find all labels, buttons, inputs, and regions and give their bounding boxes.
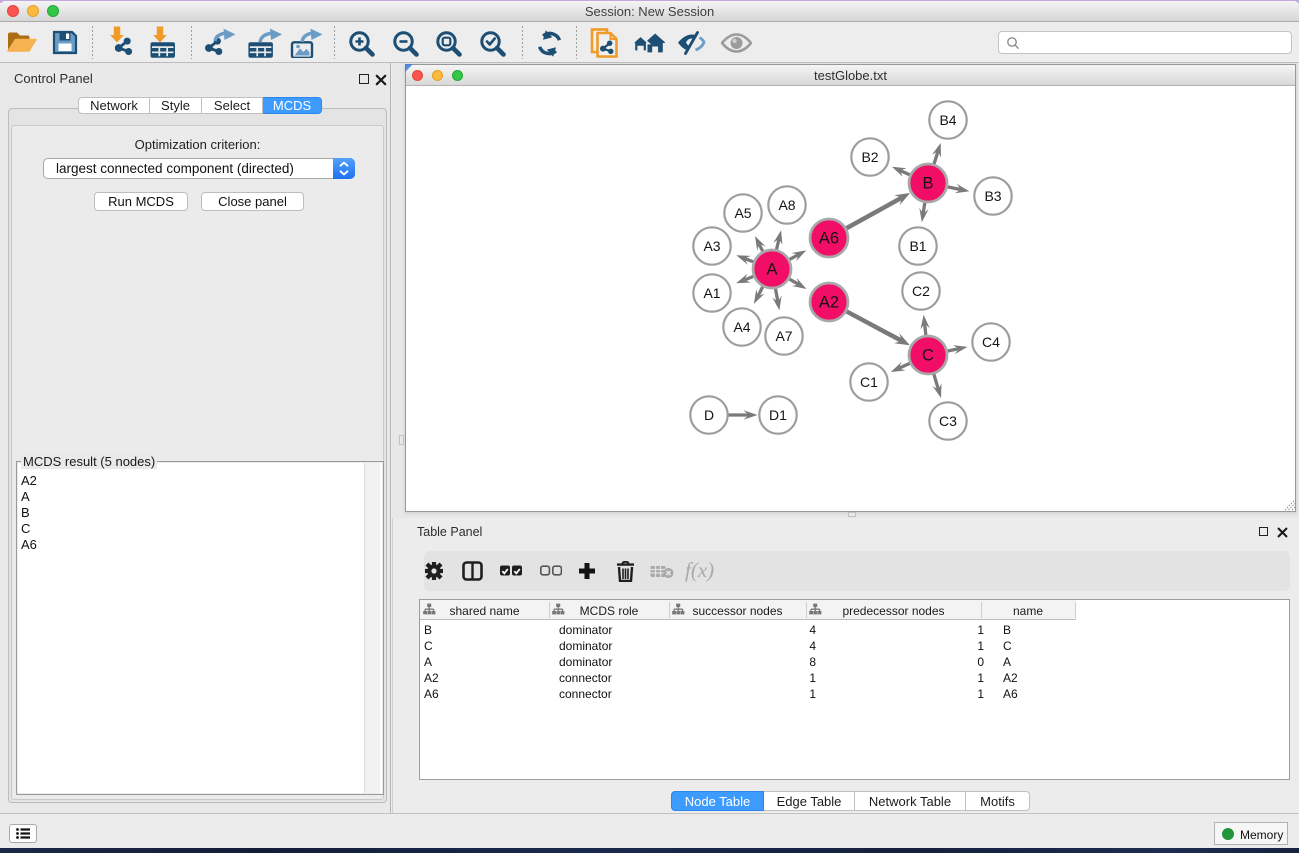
svg-text:A5: A5 (734, 205, 751, 221)
svg-text:A1: A1 (703, 285, 720, 301)
svg-text:A3: A3 (703, 238, 720, 254)
svg-text:D: D (704, 407, 714, 423)
svg-text:B2: B2 (861, 149, 878, 165)
svg-text:A4: A4 (733, 319, 750, 335)
svg-text:C1: C1 (860, 374, 878, 390)
svg-text:C2: C2 (912, 283, 930, 299)
svg-text:A6: A6 (819, 230, 839, 248)
svg-text:A7: A7 (775, 328, 792, 344)
svg-text:B: B (922, 175, 933, 193)
svg-text:D1: D1 (769, 407, 787, 423)
svg-text:A: A (766, 261, 777, 279)
svg-text:C: C (922, 347, 934, 365)
svg-text:B1: B1 (909, 238, 926, 254)
svg-text:A2: A2 (819, 294, 839, 312)
svg-text:C3: C3 (939, 413, 957, 429)
svg-text:B4: B4 (939, 112, 956, 128)
svg-text:C4: C4 (982, 334, 1000, 350)
svg-text:B3: B3 (984, 188, 1001, 204)
svg-text:A8: A8 (778, 197, 795, 213)
